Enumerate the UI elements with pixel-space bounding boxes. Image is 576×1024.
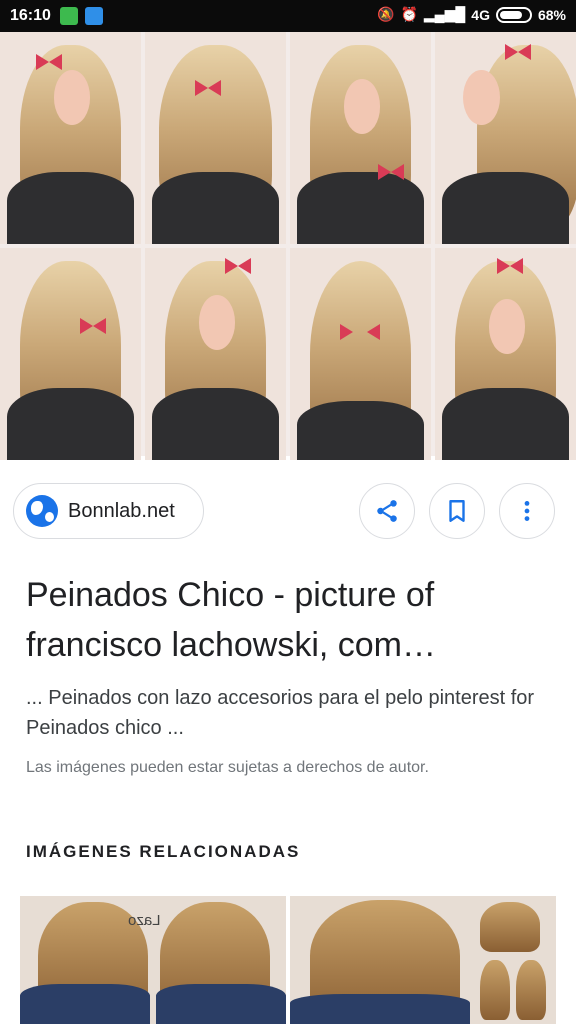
battery-icon (495, 6, 532, 23)
copyright-notice: Las imágenes pueden estar sujetas a dere… (26, 759, 429, 776)
related-image-2[interactable] (290, 896, 556, 1024)
related-image-1[interactable]: Lazo (20, 896, 286, 1024)
network-type: 4G (471, 6, 490, 23)
globe-icon (26, 495, 58, 527)
save-button[interactable] (429, 483, 485, 539)
hairstyle-photo-3 (290, 32, 431, 244)
result-title[interactable]: Peinados Chico - picture of francisco la… (26, 570, 556, 670)
status-bar: 16:10 🔕 ⏰ ▂▄▆█ 4G 68% (0, 0, 576, 32)
hero-image[interactable] (0, 32, 576, 460)
hairstyle-photo-7 (290, 248, 431, 460)
share-icon (377, 500, 397, 522)
hairstyle-photo-6 (145, 248, 286, 460)
app-blue-icon (85, 7, 103, 25)
signal-icon: ▂▄▆█ (423, 6, 466, 22)
status-time: 16:10 (10, 7, 51, 24)
share-button[interactable] (359, 483, 415, 539)
more-options-button[interactable] (499, 483, 555, 539)
battery-level: 68% (537, 6, 566, 23)
hairstyle-photo-2 (145, 32, 286, 244)
related-caption: Lazo (128, 912, 161, 929)
hairstyle-photo-1 (0, 32, 141, 244)
bookmark-icon (449, 500, 465, 522)
related-images: Lazo (20, 896, 556, 1024)
mute-icon: 🔕 (377, 6, 395, 22)
hairstyle-photo-5 (0, 248, 141, 460)
hairstyle-photo-4 (435, 32, 576, 244)
source-chip[interactable]: Bonnlab.net (13, 483, 204, 539)
more-vert-icon (524, 501, 530, 521)
hairstyle-photo-8 (435, 248, 576, 460)
result-snippet: ... Peinados con lazo accesorios para el… (26, 687, 535, 739)
source-label: Bonnlab.net (68, 499, 175, 522)
related-images-heading: IMÁGENES RELACIONADAS (26, 842, 301, 861)
app-green-icon (60, 7, 78, 25)
status-right: 🔕 ⏰ ▂▄▆█ 4G 68% (377, 6, 566, 23)
alarm-icon: ⏰ (400, 6, 418, 22)
